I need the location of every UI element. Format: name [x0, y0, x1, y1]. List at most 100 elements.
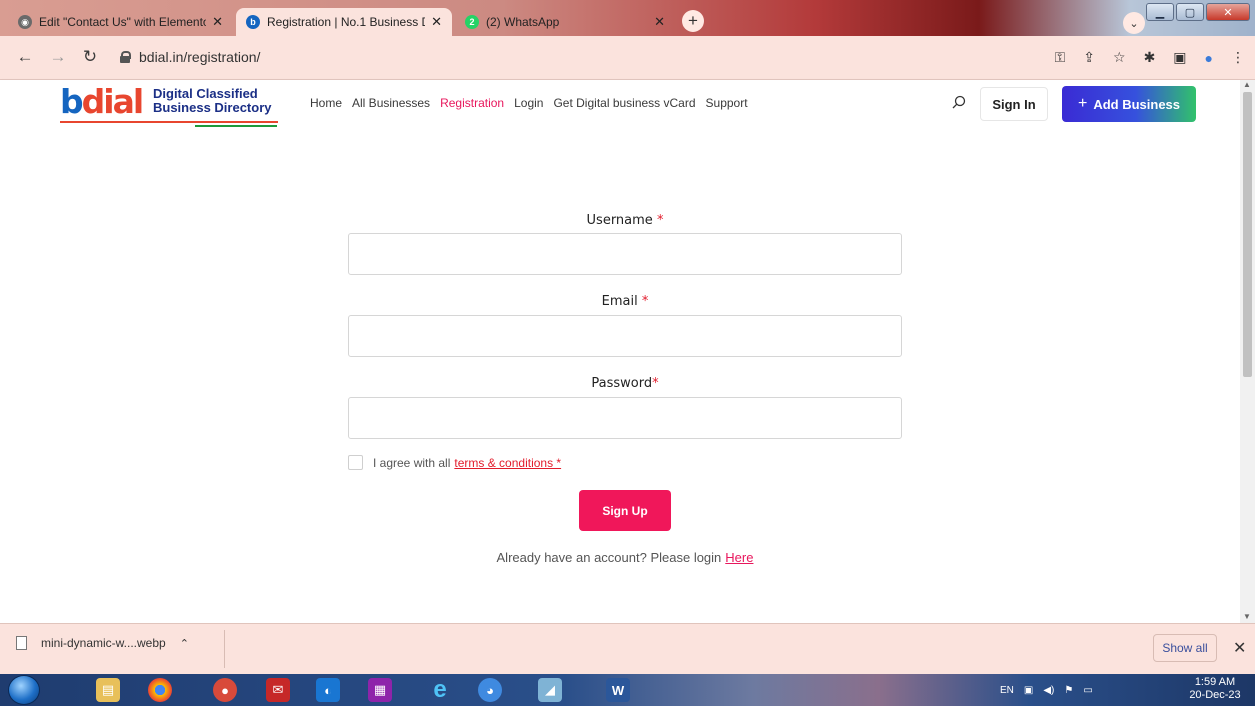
back-arrow-icon[interactable]: ←: [14, 47, 36, 67]
word-icon[interactable]: W: [598, 676, 638, 704]
main-nav: Home All Businesses Registration Login G…: [310, 96, 758, 110]
extensions-icon[interactable]: ✱: [1144, 49, 1156, 66]
minimize-button[interactable]: ▁: [1146, 3, 1174, 21]
share-icon[interactable]: ⇪: [1083, 49, 1095, 66]
winrar-icon[interactable]: ▦: [360, 676, 400, 704]
logo-underline-green: [195, 125, 277, 127]
menu-icon[interactable]: ⋮: [1231, 49, 1245, 66]
add-business-label: Add Business: [1093, 96, 1181, 112]
chrome-app-icon[interactable]: ◕: [470, 676, 510, 704]
tab-label: (2) WhatsApp: [486, 15, 560, 29]
logo-tagline-1: Digital Classified: [153, 86, 258, 101]
action-center-flag-icon[interactable]: ⚑: [1064, 685, 1073, 696]
volume-icon[interactable]: ◀): [1043, 685, 1054, 696]
clock-time: 1:59 AM: [1194, 676, 1236, 688]
show-all-button[interactable]: Show all: [1153, 634, 1217, 662]
username-input[interactable]: [348, 233, 902, 275]
agree-text: I agree with all: [373, 455, 451, 470]
display-icon[interactable]: ▭: [1083, 685, 1092, 696]
password-input[interactable]: [348, 397, 902, 439]
chrome-icon[interactable]: [140, 676, 180, 704]
nav-all-businesses[interactable]: All Businesses: [352, 96, 430, 110]
nav-home[interactable]: Home: [310, 96, 342, 110]
nav-vcard[interactable]: Get Digital business vCard: [553, 96, 695, 110]
nav-login[interactable]: Login: [514, 96, 543, 110]
downloads-bar: mini-dynamic-w....webp ⌃ Show all ✕: [0, 623, 1255, 674]
profile-icon[interactable]: ●: [1205, 50, 1213, 66]
windows-taskbar: ▤ ● ✉ ◐ ▦ e ◕ ◢ W EN ▣ ◀) ⚑ ▭ 1:59 AM 20…: [0, 674, 1255, 706]
key-icon[interactable]: ⚿: [1055, 49, 1066, 66]
window-close-button[interactable]: ✕: [1206, 3, 1250, 21]
site-header: bdial Digital Classified Business Direct…: [0, 80, 1240, 135]
scroll-thumb[interactable]: [1243, 92, 1252, 377]
page-scrollbar[interactable]: ▲ ▼: [1240, 80, 1255, 623]
explorer-icon[interactable]: ▤: [88, 676, 128, 704]
logo-tagline-2: Business Directory: [153, 100, 272, 115]
url-bar[interactable]: bdial.in/registration/: [112, 42, 1132, 72]
login-here-link[interactable]: Here: [725, 550, 753, 565]
download-filename: mini-dynamic-w....webp: [41, 636, 166, 650]
language-indicator[interactable]: EN: [1000, 685, 1014, 696]
username-label: Username *: [586, 213, 664, 228]
browser-tab-strip: ◉ Edit "Contact Us" with Elementor ✕ b R…: [0, 0, 1255, 36]
tab-whatsapp[interactable]: 2 (2) WhatsApp ✕: [455, 8, 675, 36]
scroll-down-icon[interactable]: ▼: [1243, 612, 1251, 621]
registration-content: Username * Email * Password* I agree wit…: [0, 135, 1240, 623]
toolbar-icons: ⚿ ⇪ ☆ ✱ ▣ ● ⋮: [1055, 49, 1245, 66]
start-button[interactable]: [8, 675, 40, 705]
plus-icon: +: [1077, 95, 1088, 112]
close-icon[interactable]: ✕: [654, 14, 665, 30]
system-tray: EN ▣ ◀) ⚑ ▭: [1000, 674, 1093, 706]
whatsapp-icon: 2: [465, 15, 479, 29]
tab-elementor[interactable]: ◉ Edit "Contact Us" with Elementor ✕: [8, 8, 233, 36]
new-tab-button[interactable]: +: [682, 10, 704, 32]
terms-link[interactable]: terms & conditions *: [454, 456, 561, 470]
logo-underline-red: [60, 121, 278, 123]
notes-app-icon[interactable]: ◢: [530, 676, 570, 704]
email-input[interactable]: [348, 315, 902, 357]
window-controls: ▁ ▢ ✕: [1146, 3, 1250, 21]
tab-search-chevron-icon[interactable]: ⌄: [1123, 12, 1145, 34]
divider: [224, 630, 225, 668]
close-icon[interactable]: ✕: [431, 14, 442, 30]
close-icon[interactable]: ✕: [1233, 638, 1246, 658]
nav-support[interactable]: Support: [706, 96, 748, 110]
taskbar-clock[interactable]: 1:59 AM 20-Dec-23: [1180, 676, 1250, 702]
media-player-icon[interactable]: ◐: [308, 676, 348, 704]
add-business-button[interactable]: + Add Business: [1062, 86, 1196, 122]
chevron-up-icon[interactable]: ⌃: [180, 637, 189, 650]
login-note: Already have an account? Please login Her…: [496, 550, 754, 565]
tab-registration[interactable]: b Registration | No.1 Business Direc ✕: [236, 8, 452, 36]
internet-explorer-icon[interactable]: e: [420, 676, 460, 704]
bdial-logo[interactable]: bdial Digital Classified Business Direct…: [60, 83, 280, 129]
side-panel-icon[interactable]: ▣: [1173, 49, 1186, 66]
scroll-up-icon[interactable]: ▲: [1243, 80, 1251, 89]
maximize-button[interactable]: ▢: [1176, 3, 1204, 21]
globe-icon: ◉: [18, 15, 32, 29]
forward-arrow-icon[interactable]: →: [47, 47, 69, 67]
email-label: Email *: [601, 294, 649, 309]
bdial-favicon-icon: b: [246, 15, 260, 29]
terms-agree-row: I agree with all terms & conditions *: [348, 455, 561, 470]
network-icon[interactable]: ▣: [1024, 685, 1033, 696]
url-text: bdial.in/registration/: [139, 49, 261, 65]
lock-icon: [120, 51, 131, 63]
tab-label: Edit "Contact Us" with Elementor: [39, 15, 207, 29]
search-icon[interactable]: [952, 95, 966, 109]
sign-up-button[interactable]: Sign Up: [579, 490, 671, 531]
file-icon: [16, 636, 27, 650]
download-item[interactable]: mini-dynamic-w....webp ⌃: [16, 636, 189, 650]
close-icon[interactable]: ✕: [212, 14, 223, 30]
logo-mark: bdial: [60, 82, 144, 121]
reload-icon[interactable]: ↻: [79, 47, 101, 67]
clock-date: 20-Dec-23: [1189, 689, 1241, 701]
address-toolbar: ← → ↻ bdial.in/registration/ ⚿ ⇪ ☆ ✱ ▣ ●…: [0, 36, 1255, 80]
terms-checkbox[interactable]: [348, 455, 363, 470]
nav-registration[interactable]: Registration: [440, 96, 504, 110]
sign-in-button[interactable]: Sign In: [980, 87, 1048, 121]
password-label: Password*: [591, 376, 659, 391]
star-icon[interactable]: ☆: [1113, 49, 1126, 66]
chrome-profile-icon[interactable]: ●: [205, 676, 245, 704]
tab-label: Registration | No.1 Business Direc: [267, 15, 425, 29]
mail-app-icon[interactable]: ✉: [258, 676, 298, 704]
